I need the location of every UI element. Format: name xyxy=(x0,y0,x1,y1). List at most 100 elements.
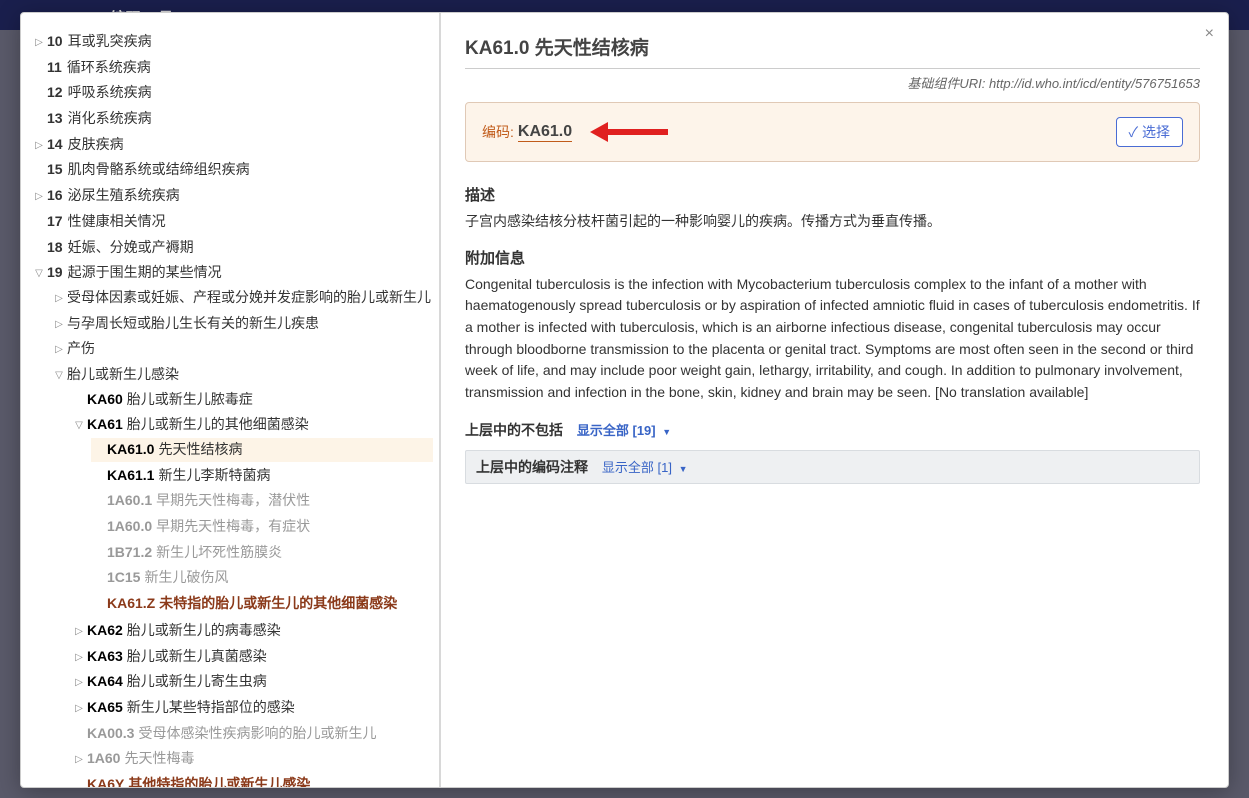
chevron-right-icon[interactable]: ▷ xyxy=(51,342,67,358)
tree-node[interactable]: 18妊娠、分娩或产褥期 xyxy=(31,236,433,260)
chevron-right-icon[interactable]: ▷ xyxy=(31,189,47,205)
tree-node[interactable]: KA61.0先天性结核病 xyxy=(91,438,433,462)
exclusions-showall-link[interactable]: 显示全部 [19] ▼ xyxy=(577,423,671,438)
node-text: KA61.Z未特指的胎儿或新生儿的其他细菌感染 xyxy=(107,593,433,615)
chevron-down-icon[interactable]: ▽ xyxy=(51,368,67,384)
node-text: 10耳或乳突疾病 xyxy=(47,31,433,53)
chevron-right-icon[interactable]: ▷ xyxy=(31,138,47,154)
node-code: KA62 xyxy=(87,622,123,638)
tree-node[interactable]: ▷14 皮肤疾病 xyxy=(31,133,433,157)
node-label: 胎儿或新生儿脓毒症 xyxy=(127,391,253,407)
tree-node[interactable]: 1B71.2新生儿坏死性筋膜炎 xyxy=(91,541,433,565)
node-label: 早期先天性梅毒，潜伏性 xyxy=(156,492,310,508)
additional-info-heading: 附加信息 xyxy=(465,247,1200,268)
additional-info-text: Congenital tuberculosis is the infection… xyxy=(465,274,1200,404)
chevron-down-icon[interactable]: ▽ xyxy=(31,266,47,282)
node-label: 受母体感染性疾病影响的胎儿或新生儿 xyxy=(138,725,376,741)
tree-node[interactable]: KA00.3受母体感染性疾病影响的胎儿或新生儿 xyxy=(71,722,433,746)
chevron-right-icon[interactable]: ▷ xyxy=(71,624,87,640)
node-text: 15肌肉骨骼系统或结缔组织疾病 xyxy=(47,159,433,181)
chevron-right-icon[interactable]: ▷ xyxy=(51,291,67,307)
tree-node[interactable]: ▷KA65新生儿某些特指部位的感染 xyxy=(71,696,433,720)
node-label: 起源于围生期的某些情况 xyxy=(68,264,222,280)
chapter-number: 14 xyxy=(47,136,63,152)
tree-node[interactable]: 12呼吸系统疾病 xyxy=(31,81,433,105)
arrow-line-icon xyxy=(608,129,668,135)
tree-node[interactable]: ▷10耳或乳突疾病 xyxy=(31,30,433,54)
description-text: 子宫内感染结核分枝杆菌引起的一种影响婴儿的疾病。传播方式为垂直传播。 xyxy=(465,211,1200,233)
node-label: 新生儿某些特指部位的感染 xyxy=(127,699,295,715)
detail-panel: KA61.0 先天性结核病 基础组件URI: http://id.who.int… xyxy=(441,13,1228,787)
node-code: 1C15 xyxy=(107,569,140,585)
tree-node[interactable]: 15肌肉骨骼系统或结缔组织疾病 xyxy=(31,158,433,182)
node-label: 未特指的胎儿或新生儿的其他细菌感染 xyxy=(159,595,397,611)
entity-title: KA61.0 先天性结核病 xyxy=(465,33,1200,69)
chevron-right-icon[interactable]: ▷ xyxy=(71,701,87,717)
code-box: 编码: KA61.0 ✓ 选择 xyxy=(465,102,1200,162)
tree-node[interactable]: KA60胎儿或新生儿脓毒症 xyxy=(71,388,433,412)
chevron-right-icon[interactable]: ▷ xyxy=(51,317,67,333)
notes-showall-link[interactable]: 显示全部 [1] ▼ xyxy=(602,460,688,475)
node-label: 皮肤疾病 xyxy=(68,136,124,152)
tree-node[interactable]: 13消化系统疾病 xyxy=(31,107,433,131)
coding-notes-row: 上层中的编码注释 显示全部 [1] ▼ xyxy=(465,450,1200,484)
notes-link-label: 显示全部 [1] xyxy=(602,460,672,475)
node-code: KA6Y xyxy=(87,776,124,787)
node-code: KA63 xyxy=(87,648,123,664)
tree-node[interactable]: ▷KA63胎儿或新生儿真菌感染 xyxy=(71,645,433,669)
chevron-right-icon[interactable]: ▷ xyxy=(31,35,47,51)
node-text: KA64胎儿或新生儿寄生虫病 xyxy=(87,671,433,693)
tree-node[interactable]: KA61.Z未特指的胎儿或新生儿的其他细菌感染 xyxy=(91,592,433,616)
tree-node[interactable]: ▷1A60先天性梅毒 xyxy=(71,747,433,771)
node-code: 1A60.0 xyxy=(107,518,152,534)
tree-node[interactable]: ▽KA61胎儿或新生儿的其他细菌感染 xyxy=(71,413,433,437)
tree-node[interactable]: 1A60.1早期先天性梅毒，潜伏性 xyxy=(91,489,433,513)
node-text: KA61胎儿或新生儿的其他细菌感染 xyxy=(87,414,433,436)
node-code: KA61 xyxy=(87,416,123,432)
node-text: KA62胎儿或新生儿的病毒感染 xyxy=(87,620,433,642)
tree-node[interactable]: ▷与孕周长短或胎儿生长有关的新生儿疾患 xyxy=(51,312,433,336)
entity-uri: 基础组件URI: http://id.who.int/icd/entity/57… xyxy=(465,73,1200,92)
close-icon[interactable]: × xyxy=(1205,25,1214,43)
tree-node[interactable]: ▷16泌尿生殖系统疾病 xyxy=(31,184,433,208)
node-label: 先天性梅毒 xyxy=(124,750,194,766)
node-label: 新生儿李斯特菌病 xyxy=(158,467,270,483)
exclusions-link-label: 显示全部 [19] xyxy=(577,423,656,438)
node-text: KA6Y其他特指的胎儿或新生儿感染 xyxy=(87,774,433,787)
exclusions-heading: 上层中的不包括 xyxy=(465,422,563,438)
tree-node[interactable]: 1C15新生儿破伤风 xyxy=(91,566,433,590)
node-label: 产伤 xyxy=(67,340,95,356)
tree-node[interactable]: ▷KA64胎儿或新生儿寄生虫病 xyxy=(71,670,433,694)
chapter-number: 16 xyxy=(47,187,63,203)
chevron-right-icon[interactable]: ▷ xyxy=(71,675,87,691)
node-label: 消化系统疾病 xyxy=(68,110,152,126)
tree-node[interactable]: KA61.1新生儿李斯特菌病 xyxy=(91,464,433,488)
code-label: 编码: xyxy=(482,122,514,142)
node-text: KA00.3受母体感染性疾病影响的胎儿或新生儿 xyxy=(87,723,433,745)
select-button[interactable]: ✓ 选择 xyxy=(1116,117,1183,147)
node-label: 肌肉骨骼系统或结缔组织疾病 xyxy=(68,161,250,177)
tree-node[interactable]: 1A60.0早期先天性梅毒，有症状 xyxy=(91,515,433,539)
tree-node[interactable]: ▷KA62胎儿或新生儿的病毒感染 xyxy=(71,619,433,643)
node-label: 胎儿或新生儿真菌感染 xyxy=(127,648,267,664)
caret-down-icon: ▼ xyxy=(662,427,671,437)
node-label: 胎儿或新生儿寄生虫病 xyxy=(127,673,267,689)
chevron-down-icon[interactable]: ▽ xyxy=(71,418,87,434)
tree-node[interactable]: ▷产伤 xyxy=(51,337,433,361)
tree-node[interactable]: ▽19起源于围生期的某些情况 xyxy=(31,261,433,285)
node-text: 11循环系统疾病 xyxy=(47,57,433,79)
tree-node[interactable]: 11循环系统疾病 xyxy=(31,56,433,80)
node-text: 13消化系统疾病 xyxy=(47,108,433,130)
uri-label: 基础组件URI: xyxy=(907,76,985,91)
chapter-number: 10 xyxy=(47,33,63,49)
tree-node[interactable]: KA6Y其他特指的胎儿或新生儿感染 xyxy=(71,773,433,787)
node-code: KA64 xyxy=(87,673,123,689)
node-text: 19起源于围生期的某些情况 xyxy=(47,262,433,284)
node-text: 1A60.1早期先天性梅毒，潜伏性 xyxy=(107,490,433,512)
tree-node[interactable]: 17性健康相关情况 xyxy=(31,210,433,234)
node-code: KA61.1 xyxy=(107,467,154,483)
chevron-right-icon[interactable]: ▷ xyxy=(71,650,87,666)
chevron-right-icon[interactable]: ▷ xyxy=(71,752,87,768)
tree-node[interactable]: ▽胎儿或新生儿感染 xyxy=(51,363,433,387)
tree-node[interactable]: ▷受母体因素或妊娠、产程或分娩并发症影响的胎儿或新生儿 xyxy=(51,286,433,310)
